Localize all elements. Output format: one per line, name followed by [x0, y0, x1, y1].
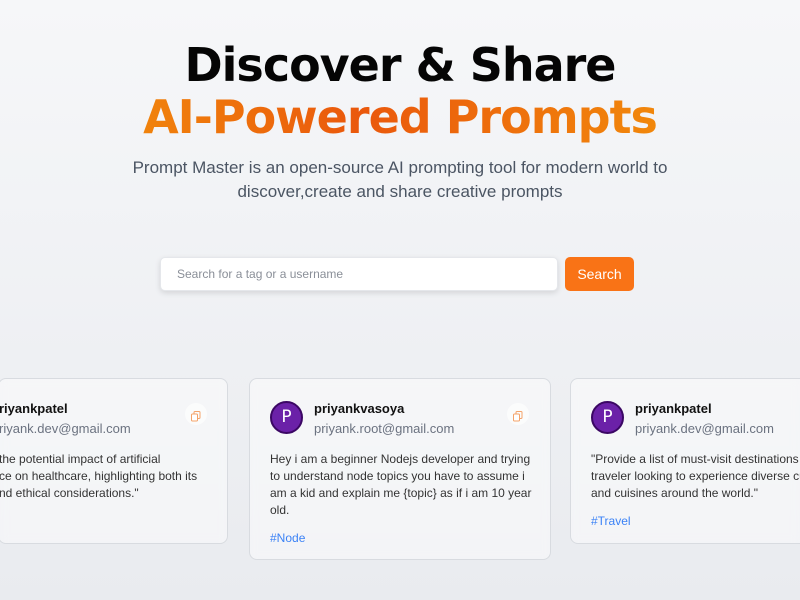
- card-email: priyank.dev@gmail.com: [635, 421, 774, 436]
- avatar: P: [591, 401, 624, 434]
- card-tag[interactable]: #Node: [270, 531, 305, 545]
- card-username: priyankvasoya: [314, 401, 405, 416]
- copy-icon: [513, 411, 523, 422]
- prompt-card: P priyankpatel priyank.dev@gmail.com "Pr…: [570, 378, 800, 544]
- search-input[interactable]: [160, 257, 558, 291]
- prompt-card: P priyankvasoya priyank.root@gmail.com H…: [249, 378, 551, 560]
- search-button[interactable]: Search: [565, 257, 634, 291]
- card-username: riyankpatel: [0, 401, 68, 416]
- copy-button[interactable]: [185, 403, 207, 425]
- search-form: Search: [160, 257, 640, 291]
- card-username: priyankpatel: [635, 401, 712, 416]
- card-prompt-text: "Provide a list of must-visit destinatio…: [591, 452, 800, 500]
- card-email: riyank.dev@gmail.com: [0, 421, 131, 436]
- card-tag[interactable]: #Travel: [591, 514, 631, 528]
- copy-icon: [191, 411, 201, 422]
- hero-description: Prompt Master is an open-source AI promp…: [132, 158, 668, 201]
- avatar: P: [270, 401, 303, 434]
- copy-button[interactable]: [507, 403, 529, 425]
- card-email: priyank.root@gmail.com: [314, 421, 455, 436]
- card-prompt-text: the potential impact of artificial ce on…: [0, 452, 198, 500]
- hero-title: Discover & Share: [184, 38, 616, 92]
- hero-highlight: AI-Powered Prompts: [0, 90, 800, 144]
- card-prompt-text: Hey i am a beginner Nodejs developer and…: [270, 452, 532, 517]
- prompt-card: riyankpatel riyank.dev@gmail.com the pot…: [0, 378, 228, 544]
- page: Discover & Share AI-Powered Prompts Prom…: [0, 0, 800, 600]
